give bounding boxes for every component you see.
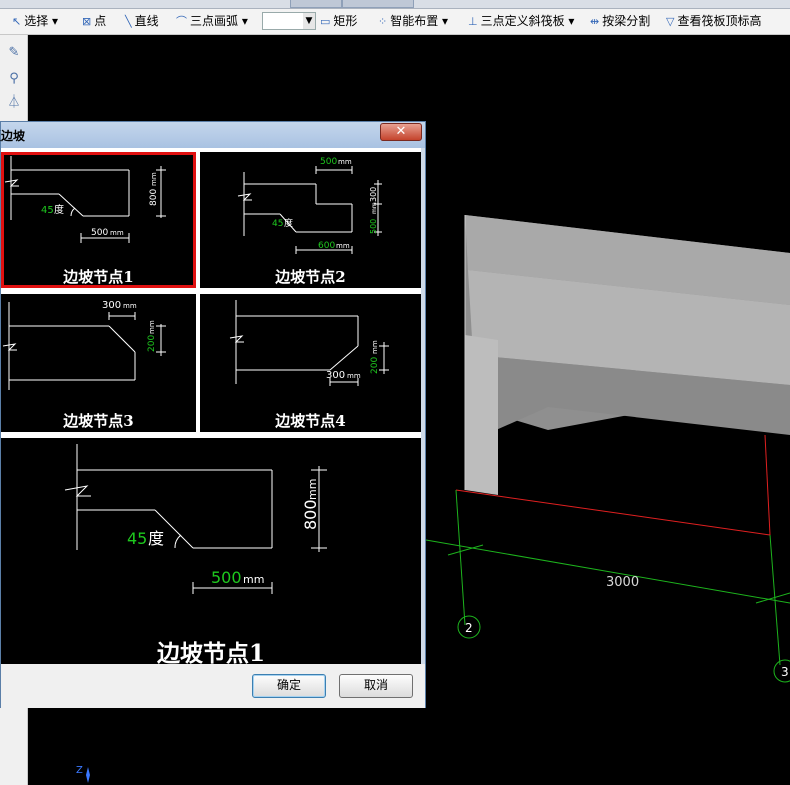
arc-option-dropdown[interactable]: ▼: [262, 12, 316, 30]
dialog-button-row: 确定 取消: [1, 664, 425, 708]
upper-toolbar-strip: [0, 0, 790, 9]
node2-angle-unit: 度: [284, 217, 293, 229]
ok-button[interactable]: 确定: [252, 674, 326, 698]
slope-node-preview: 45 度 500 mm 800 mm 边坡节点1: [1, 438, 421, 667]
node1-angle-unit: 度: [54, 203, 64, 216]
slope-node-option-1[interactable]: 45 度 500 mm 800 mm 边坡节点1: [1, 152, 196, 288]
smart-layout-icon: ⁘: [378, 14, 388, 28]
node2-top-label: 500: [320, 157, 337, 167]
dimension-label: 3000: [606, 575, 639, 590]
node2-top-unit: mm: [338, 158, 352, 166]
three-point-sloped-slab-tool[interactable]: ⊥ 三点定义斜筏板 ▾: [468, 13, 574, 29]
preview-height-label: 800: [301, 499, 320, 530]
preview-angle-unit: 度: [148, 529, 164, 548]
mirror-icon[interactable]: ⏃: [6, 95, 22, 111]
slope-node-option-3[interactable]: 300 mm 200 mm 边坡节点3: [1, 294, 196, 432]
preview-width-label: 500: [211, 568, 242, 587]
node4-bottom-unit: mm: [347, 372, 361, 380]
point-tool[interactable]: ⊠ 点: [82, 13, 106, 29]
node3-right-label: 200: [147, 335, 157, 352]
rectangle-icon: ▭: [320, 14, 331, 28]
line-icon: ╲: [125, 14, 132, 28]
rectangle-tool[interactable]: ▭ 矩形: [320, 13, 357, 29]
node3-top-unit: mm: [123, 302, 137, 310]
node2-bottom-unit: mm: [336, 242, 350, 250]
slope-node-2-caption: 边坡节点2: [275, 268, 346, 286]
preview-height-unit: mm: [306, 479, 319, 500]
cancel-button[interactable]: 取消: [339, 674, 413, 698]
axis-label-2: 2: [465, 621, 473, 635]
view-elevation-icon: ▽: [666, 14, 675, 28]
preview-diagram: 45 度 500 mm 800 mm: [64, 444, 327, 594]
node3-top-label: 300: [102, 300, 121, 311]
cursor-icon: ↖: [12, 14, 22, 28]
node4-right-unit: mm: [371, 340, 379, 354]
coordinate-z-label: Z: [76, 765, 83, 776]
split-by-beam-tool[interactable]: ⇹ 按梁分割: [590, 13, 650, 29]
arc-icon: ⌒: [176, 14, 187, 28]
dialog-content: 45 度 500 mm 800 mm 边坡节点1 500 mm 45 度 600…: [1, 148, 421, 667]
node1-height-unit: mm: [150, 172, 158, 186]
select-tool[interactable]: ↖ 选择 ▾: [12, 13, 58, 29]
slope-node-1-caption: 边坡节点1: [63, 268, 134, 286]
dialog-titlebar[interactable]: 筏板边坡 ✕: [0, 122, 425, 148]
slab-slope-dialog: 筏板边坡 ✕ 45 度 500: [0, 121, 426, 708]
close-button[interactable]: ✕: [380, 123, 422, 141]
node2-angle-label: 45: [272, 219, 283, 229]
dialog-title: 筏板边坡: [0, 129, 26, 143]
slope-node-3-caption: 边坡节点3: [63, 412, 134, 430]
split-icon: ⇹: [590, 14, 600, 28]
node4-bottom-label: 300: [326, 370, 345, 381]
point-icon: ⊠: [82, 14, 92, 28]
coordinate-axis-icon: [86, 767, 90, 783]
line-tool[interactable]: ╲ 直线: [125, 13, 159, 29]
node2-right-upper-label: 300: [369, 187, 378, 202]
preview-caption: 边坡节点1: [156, 640, 265, 667]
slope-node-option-4[interactable]: 300 mm 200 mm 边坡节点4: [200, 294, 421, 432]
slope-node-option-2[interactable]: 500 mm 45 度 600 mm 300 500 mm 边坡节点2: [200, 152, 421, 288]
axis-label-3: 3: [781, 665, 789, 679]
node4-right-label: 200: [370, 357, 380, 374]
node1-width-unit: mm: [110, 229, 124, 237]
three-point-arc-tool[interactable]: ⌒ 三点画弧 ▾: [176, 13, 248, 29]
node2-right-lower-label: 500: [369, 219, 378, 234]
sloped-slab-icon: ⊥: [468, 14, 478, 28]
node1-width-label: 500: [91, 228, 108, 238]
node3-right-unit: mm: [148, 320, 156, 334]
preview-width-unit: mm: [243, 573, 264, 586]
view-slab-elevation-tool[interactable]: ▽ 查看筏板顶标高: [666, 13, 761, 29]
slope-node-4-caption: 边坡节点4: [275, 412, 346, 430]
preview-angle-label: 45: [127, 529, 147, 548]
node2-bottom-label: 600: [318, 241, 335, 251]
node2-right-unit: mm: [371, 202, 378, 214]
node1-angle-label: 45: [41, 205, 54, 216]
smart-layout-tool[interactable]: ⁘ 智能布置 ▾: [378, 13, 448, 29]
node1-height-label: 800: [149, 189, 159, 206]
drawing-toolbar: ↖ 选择 ▾ ⊠ 点 ╲ 直线 ⌒ 三点画弧 ▾ ▼ ▭ 矩形 ⁘ 智能布置 ▾ ⊥ 三点定义…: [0, 9, 790, 35]
pen-icon[interactable]: ✎: [6, 45, 22, 61]
chevron-down-icon: ▼: [303, 13, 315, 29]
snap-icon[interactable]: ⚲: [6, 71, 22, 87]
